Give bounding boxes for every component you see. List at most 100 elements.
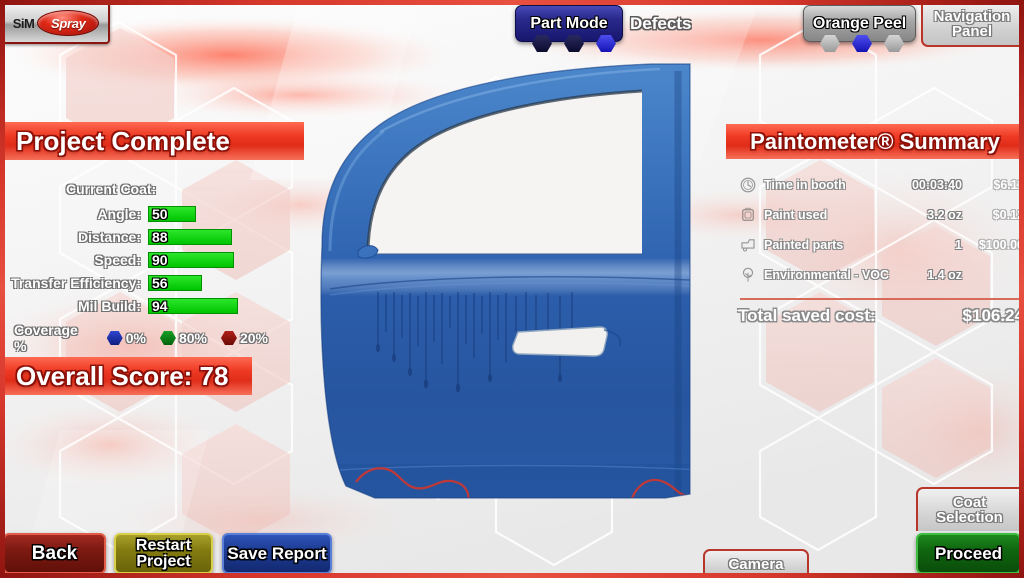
- navigation-panel-line1: Navigation: [933, 7, 1011, 25]
- paintometer-cost-paint-used: $0.12: [992, 208, 1024, 222]
- coverage-row: Coverage % 0% 80% 20%: [0, 322, 268, 354]
- orange-peel-hex-3[interactable]: [884, 35, 904, 52]
- project-complete-banner: Project Complete: [0, 122, 304, 160]
- orange-peel-label: Orange Peel: [812, 14, 907, 32]
- coat-selection-line2: Selection: [936, 509, 1003, 526]
- paintometer-row-time-in-booth: Time in booth 00:03:40 $6.11: [738, 170, 1024, 200]
- paintometer-divider: [740, 298, 1022, 300]
- stat-bar-mil-build: 94: [148, 297, 238, 314]
- simspray-application: SiM Spray Part Mode Defects Orange Peel …: [0, 0, 1024, 578]
- part-mode-hex-indicators[interactable]: [532, 35, 616, 52]
- stat-bar-speed: 90: [148, 251, 234, 268]
- orange-peel-hex-1[interactable]: [820, 35, 840, 52]
- save-report-label: Save Report: [227, 544, 327, 563]
- paintometer-value-paint-used: 3.2 oz: [927, 208, 962, 222]
- coverage-hex-red-icon: [220, 331, 237, 345]
- stat-label-speed: Speed:: [94, 251, 141, 268]
- save-report-button[interactable]: Save Report: [222, 533, 332, 574]
- clock-icon: [740, 177, 756, 193]
- stat-row-distance: Distance: 88: [0, 226, 268, 247]
- overall-score-banner: Overall Score: 78: [0, 357, 252, 395]
- part-mode-hex-3[interactable]: [596, 35, 616, 52]
- orange-peel-hex-indicators[interactable]: [820, 35, 904, 52]
- window-border-top: [0, 0, 1024, 5]
- part-mode-hex-1[interactable]: [532, 35, 552, 52]
- stat-row-angle: Angle: 50: [0, 203, 268, 224]
- stat-row-mil-build: Mil Build: 94: [0, 295, 268, 316]
- stat-value-distance: 88: [152, 228, 168, 245]
- orange-peel-hex-2[interactable]: [852, 35, 872, 52]
- total-saved-cost-value: $106.24: [962, 306, 1024, 325]
- coverage-item-green: 80%: [159, 330, 207, 346]
- restart-project-button[interactable]: Restart Project: [114, 533, 213, 574]
- paintometer-summary-panel: Time in booth 00:03:40 $6.11 Paint used …: [738, 170, 1024, 326]
- logo-ellipse: Spray: [37, 10, 100, 36]
- stat-label-angle: Angle:: [97, 205, 141, 222]
- navigation-panel-tab[interactable]: Navigation Panel: [921, 3, 1021, 47]
- navigation-panel-line2: Panel: [951, 23, 993, 40]
- stat-label-transfer-efficiency: Transfer Efficiency:: [11, 274, 141, 291]
- stat-label-distance: Distance:: [77, 228, 141, 245]
- paintometer-row-painted-parts: Painted parts 1 $100.00: [738, 230, 1024, 260]
- paintometer-name-environmental-voc: Environmental - VOC: [764, 268, 890, 282]
- window-border-right: [1019, 0, 1024, 578]
- simspray-logo: SiM Spray: [2, 2, 110, 44]
- stat-row-speed: Speed: 90: [0, 249, 268, 270]
- paintometer-value-environmental-voc: 1.4 oz: [927, 268, 962, 282]
- stat-row-transfer-efficiency: Transfer Efficiency: 56: [0, 272, 268, 293]
- car-door-render: [320, 63, 691, 499]
- paintometer-name-time-in-booth: Time in booth: [764, 178, 846, 192]
- project-complete-title: Project Complete: [16, 125, 230, 156]
- proceed-button[interactable]: Proceed: [916, 533, 1021, 574]
- coverage-title: Coverage %: [14, 322, 78, 354]
- stat-label-mil-build: Mil Build:: [78, 297, 141, 314]
- paintometer-cost-painted-parts: $100.00: [978, 238, 1024, 252]
- paintometer-name-paint-used: Paint used: [764, 208, 828, 222]
- paint-can-icon: [742, 207, 754, 221]
- stat-bar-transfer-efficiency: 56: [148, 274, 202, 291]
- back-button-label: Back: [31, 543, 78, 564]
- paintometer-value-painted-parts: 1: [955, 238, 962, 252]
- overall-score-label: Overall Score: 78: [16, 360, 229, 391]
- coverage-value-green: 80%: [178, 330, 207, 346]
- part-mode-label: Part Mode: [530, 14, 608, 32]
- window-border-bottom: [0, 573, 1024, 578]
- coverage-value-blue: 0%: [125, 330, 146, 346]
- restart-project-line1: Restart: [135, 536, 192, 554]
- paintometer-value-time-in-booth: 00:03:40: [911, 178, 962, 192]
- tree-icon: [742, 267, 754, 282]
- paintometer-row-environmental-voc: Environmental - VOC 1.4 oz: [738, 260, 1024, 290]
- logo-sim-text: SiM: [12, 15, 35, 31]
- total-saved-cost-label: Total saved cost:: [738, 306, 876, 325]
- stat-value-angle: 50: [152, 205, 168, 222]
- defects-label[interactable]: Defects: [630, 14, 691, 34]
- coverage-value-red: 20%: [239, 330, 268, 346]
- restart-project-line2: Project: [136, 552, 191, 570]
- current-coat-row: Current Coat:: [0, 178, 268, 199]
- part-mode-hex-2[interactable]: [564, 35, 584, 52]
- proceed-button-label: Proceed: [934, 544, 1003, 563]
- coat-selection-line1: Coat: [952, 493, 987, 511]
- part-icon: [741, 239, 755, 252]
- stat-value-transfer-efficiency: 56: [152, 274, 168, 291]
- paintometer-summary-title: Paintometer® Summary: [750, 128, 1000, 154]
- stat-value-mil-build: 94: [152, 297, 168, 314]
- window-border-left: [0, 0, 5, 578]
- paintometer-total-row: Total saved cost: $106.24: [738, 306, 1024, 326]
- paintometer-row-paint-used: Paint used 3.2 oz $0.12: [738, 200, 1024, 230]
- part-viewport[interactable]: [260, 46, 760, 546]
- stat-value-speed: 90: [152, 251, 168, 268]
- stat-bar-angle: 50: [148, 205, 196, 222]
- coat-stats-panel: Current Coat: Angle: 50 Distance: 88 Spe…: [0, 178, 268, 355]
- stat-bar-distance: 88: [148, 228, 232, 245]
- back-button[interactable]: Back: [3, 533, 106, 574]
- coat-selection-tab[interactable]: Coat Selection: [916, 487, 1021, 531]
- paintometer-summary-banner: Paintometer® Summary: [726, 124, 1024, 159]
- paintometer-name-painted-parts: Painted parts: [764, 238, 844, 252]
- coverage-item-blue: 0%: [106, 330, 146, 346]
- coverage-hex-blue-icon: [106, 331, 123, 345]
- coverage-hex-green-icon: [159, 331, 176, 345]
- logo-spray-text: Spray: [50, 15, 86, 31]
- current-coat-label: Current Coat:: [66, 180, 157, 197]
- camera-label: Camera: [728, 555, 784, 573]
